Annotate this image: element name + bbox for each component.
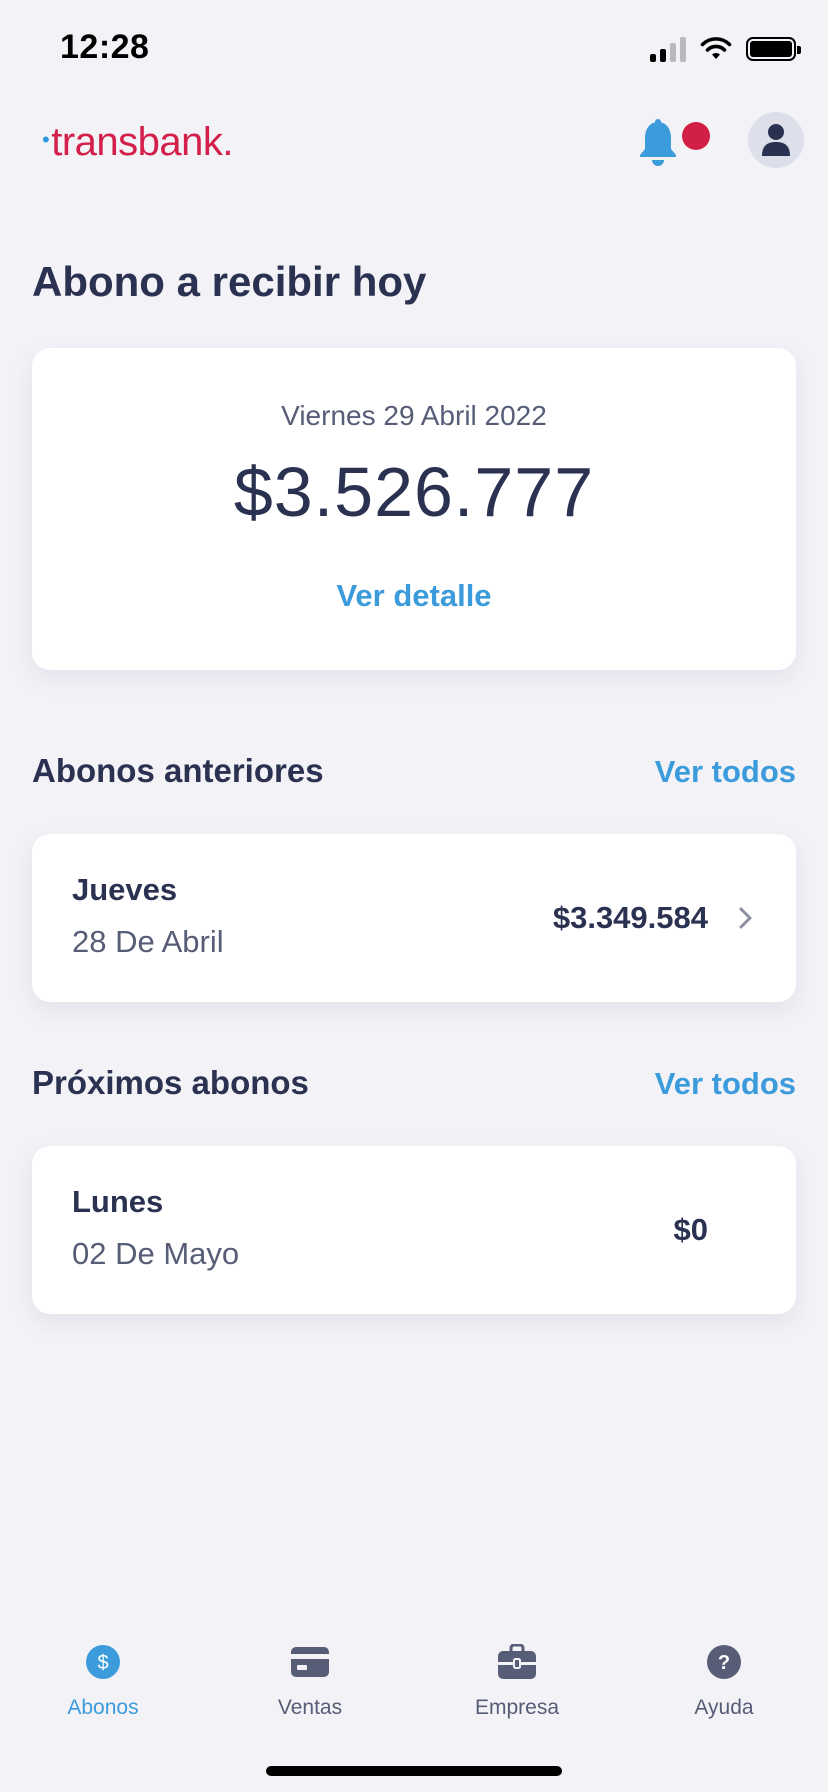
battery-icon: [746, 37, 801, 61]
home-indicator: [266, 1766, 562, 1776]
status-bar: 12:28: [0, 0, 828, 100]
today-date: Viernes 29 Abril 2022: [281, 400, 547, 431]
app-header: •transbank.: [0, 100, 828, 200]
tab-label: Ventas: [277, 1696, 343, 1719]
upcoming-day: Lunes: [72, 1184, 164, 1219]
today-amount: $3.526.777: [233, 453, 595, 531]
profile-button[interactable]: [748, 112, 804, 168]
previous-date: 28 De Abril: [72, 924, 224, 959]
upcoming-amount: $0: [673, 1212, 708, 1247]
svg-text:?: ?: [718, 1652, 730, 1674]
tab-abonos[interactable]: $ Abonos: [23, 1642, 183, 1720]
upcoming-deposit-item[interactable]: Lunes 02 De Mayo $0: [32, 1146, 796, 1314]
notification-badge: [682, 122, 710, 150]
status-icons: [650, 36, 801, 62]
upcoming-date: 02 De Mayo: [72, 1236, 240, 1271]
signal-icon: [650, 36, 686, 62]
see-detail-link[interactable]: Ver detalle: [32, 578, 796, 614]
status-time: 12:28: [60, 28, 150, 66]
bell-icon[interactable]: [636, 118, 680, 168]
upcoming-section-title: Próximos abonos: [32, 1064, 309, 1101]
page-title: Abono a recibir hoy: [32, 258, 427, 305]
previous-day: Jueves: [72, 872, 178, 907]
dollar-icon: $: [86, 1645, 120, 1679]
tab-ayuda[interactable]: ? Ayuda: [644, 1642, 804, 1720]
upcoming-see-all-link[interactable]: Ver todos: [655, 1066, 796, 1102]
tab-label: Abonos: [67, 1696, 139, 1719]
user-icon: [762, 124, 790, 156]
help-icon: ?: [707, 1645, 741, 1679]
previous-see-all-link[interactable]: Ver todos: [655, 754, 796, 790]
card-icon: [291, 1647, 329, 1677]
tab-empresa[interactable]: Empresa: [437, 1642, 597, 1720]
tab-bar: $ Abonos Ventas Empresa ? Ayuda: [0, 1620, 828, 1720]
tab-ventas[interactable]: Ventas: [230, 1642, 390, 1720]
previous-section-title: Abonos anteriores: [32, 752, 324, 789]
previous-deposit-item[interactable]: Jueves 28 De Abril $3.349.584: [32, 834, 796, 1002]
chevron-right-icon: [739, 907, 752, 929]
previous-amount: $3.349.584: [552, 900, 708, 935]
svg-text:$: $: [97, 1652, 108, 1674]
today-deposit-card: Viernes 29 Abril 2022 $3.526.777 Ver det…: [32, 348, 796, 670]
wifi-icon: [700, 37, 732, 59]
briefcase-icon: [498, 1644, 536, 1679]
tab-label: Empresa: [474, 1696, 560, 1719]
tab-label: Ayuda: [694, 1696, 754, 1719]
transbank-logo: •transbank.: [42, 120, 233, 164]
